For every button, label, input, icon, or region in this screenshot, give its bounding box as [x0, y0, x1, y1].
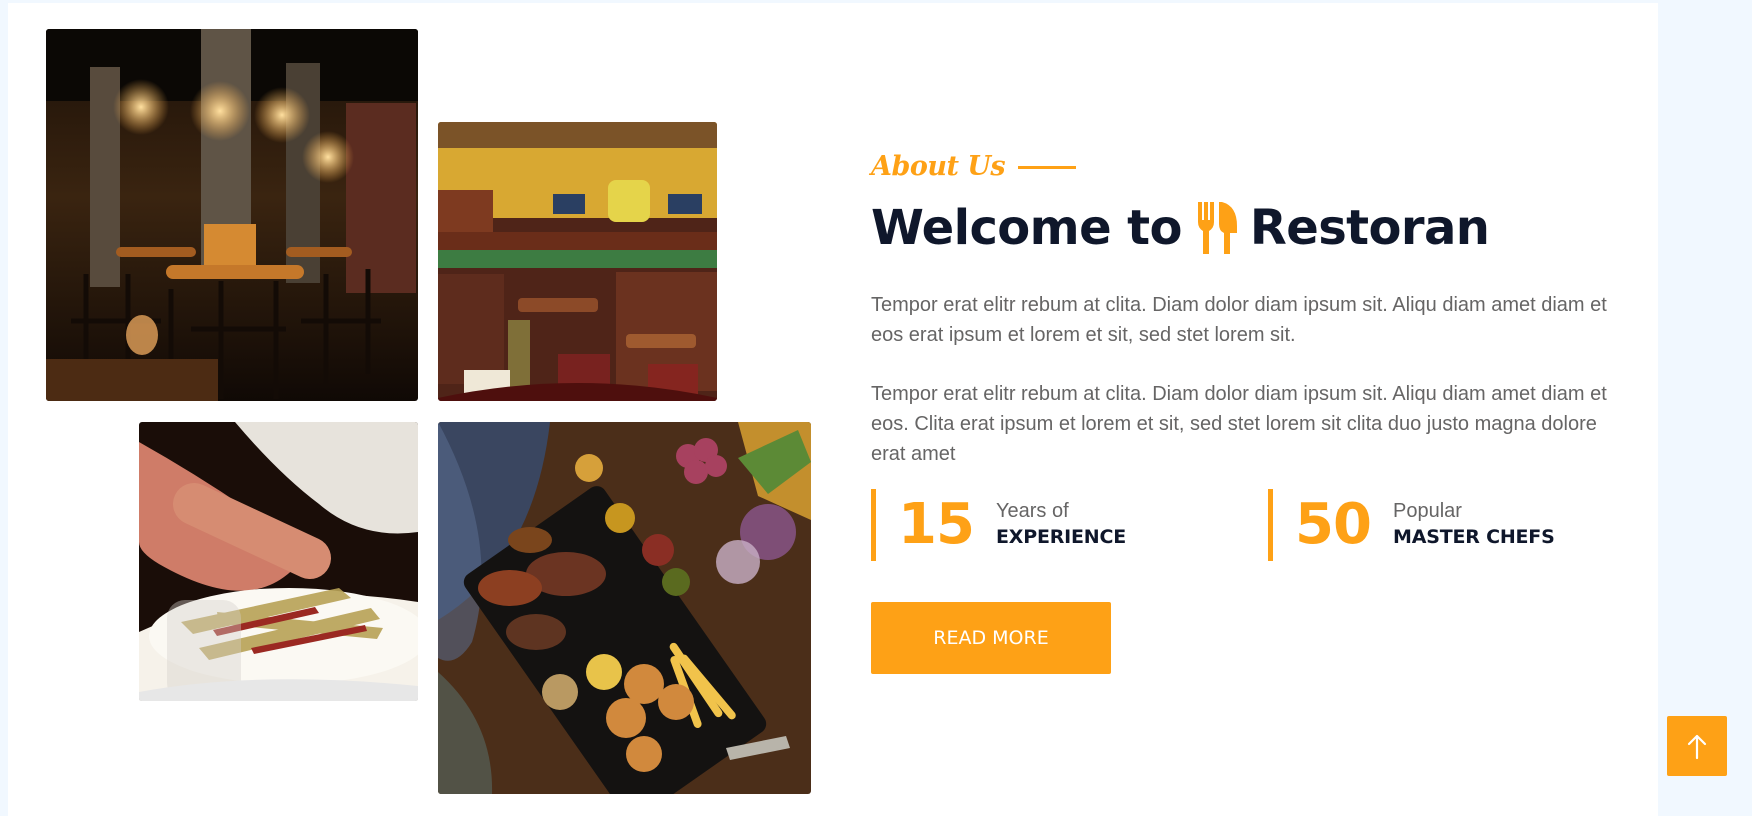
- master-chefs-label-line-1: Popular: [1393, 500, 1462, 522]
- restaurant-dining-room-photo: [46, 29, 418, 401]
- master-chefs-number: 50: [1295, 492, 1372, 557]
- master-chefs-stat: 50 Popular MASTER CHEFS: [1268, 489, 1633, 561]
- about-section: About Us Welcome to Restoran Tempor erat…: [8, 0, 1658, 816]
- section-label: About Us: [871, 140, 1631, 192]
- master-chefs-label: Popular MASTER CHEFS: [1393, 499, 1555, 551]
- about-content: About Us Welcome to Restoran Tempor erat…: [871, 140, 1631, 674]
- about-paragraph: Tempor erat elitr rebum at clita. Diam d…: [871, 294, 1607, 346]
- food-platter-photo: [438, 422, 811, 794]
- experience-label-line-2: EXPERIENCE: [996, 526, 1127, 548]
- back-to-top-button[interactable]: [1667, 716, 1727, 776]
- brand-name: Restoran: [1249, 200, 1490, 256]
- experience-label-line-1: Years of: [996, 500, 1069, 522]
- master-chefs-label-line-2: MASTER CHEFS: [1393, 526, 1555, 548]
- experience-number: 15: [898, 492, 975, 557]
- experience-stat: 15 Years of EXPERIENCE: [871, 489, 1256, 561]
- section-label-text: About Us: [871, 150, 1006, 182]
- experience-label: Years of EXPERIENCE: [996, 499, 1126, 551]
- arrow-up-icon: [1667, 731, 1727, 761]
- stats-row: 15 Years of EXPERIENCE 50 Popular MASTER…: [871, 489, 1631, 561]
- heading-prefix: Welcome to: [871, 200, 1182, 256]
- utensils-icon: [1194, 202, 1240, 254]
- section-label-rule: [1018, 165, 1077, 169]
- plated-salad-photo: [139, 422, 418, 701]
- page-heading: Welcome to Restoran: [871, 192, 1631, 264]
- restaurant-bar-photo: [438, 122, 717, 401]
- about-paragraph: Tempor erat elitr rebum at clita. Diam d…: [871, 383, 1607, 465]
- read-more-button[interactable]: Read More: [871, 602, 1111, 674]
